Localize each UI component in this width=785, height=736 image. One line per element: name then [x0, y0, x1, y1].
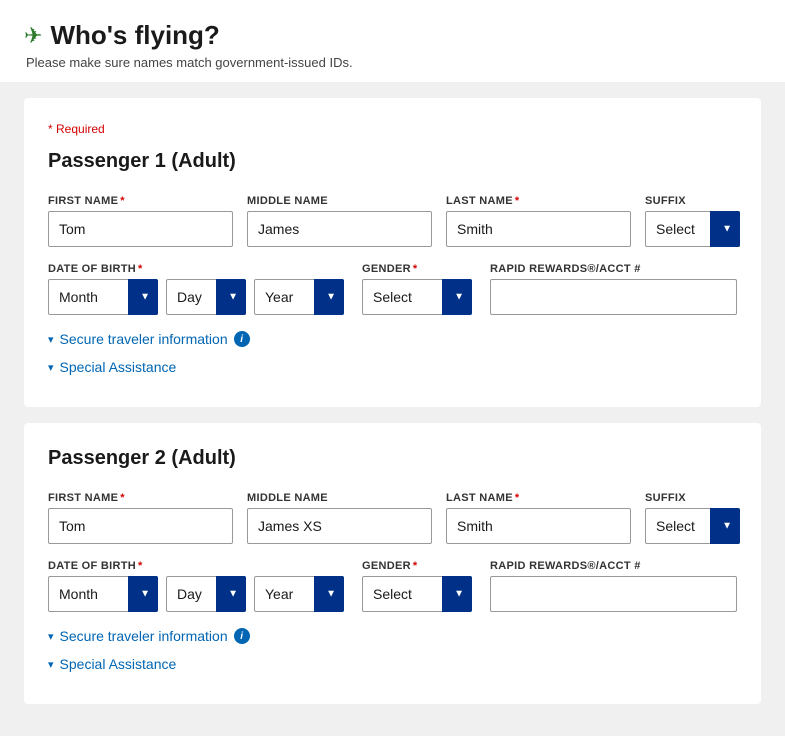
info-icon-2[interactable]: i	[234, 628, 250, 644]
dob-container-2: DATE OF BIRTH* Month JanuaryFebruaryMarc…	[48, 560, 344, 612]
gender-select-wrapper-2: Select Male Female	[362, 576, 472, 612]
last-name-label-1: LAST NAME*	[446, 195, 631, 207]
secure-traveler-link-2[interactable]: ▾ Secure traveler information i	[48, 628, 737, 644]
gender-label-2: GENDER*	[362, 560, 472, 572]
rapid-rewards-input-1[interactable]	[490, 279, 737, 315]
rapid-rewards-label-1: RAPID REWARDS®/ACCT #	[490, 263, 737, 275]
middle-name-label-1: MIDDLE NAME	[247, 195, 432, 207]
special-assistance-label-2: Special Assistance	[60, 656, 177, 672]
rapid-rewards-label-2: RAPID REWARDS®/ACCT #	[490, 560, 737, 572]
last-name-group-2: LAST NAME*	[446, 492, 631, 544]
form-card-2: Passenger 2 (Adult) FIRST NAME* MIDDLE N…	[24, 423, 761, 704]
day-select-wrapper-1: Day for(let i=1;i<=31;i++) document.writ…	[166, 279, 246, 315]
year-select-1[interactable]: Year	[254, 279, 344, 315]
secure-traveler-label-1: Secure traveler information	[60, 331, 228, 347]
middle-name-group-2: MIDDLE NAME	[247, 492, 432, 544]
required-note: * Required	[48, 122, 737, 136]
dob-label-2: DATE OF BIRTH*	[48, 560, 344, 572]
month-select-1[interactable]: Month JanuaryFebruaryMarch AprilMayJune …	[48, 279, 158, 315]
special-assistance-link-1[interactable]: ▾ Special Assistance	[48, 359, 737, 375]
rapid-rewards-input-2[interactable]	[490, 576, 737, 612]
first-name-input-2[interactable]	[48, 508, 233, 544]
main-content: * Required Passenger 1 (Adult) FIRST NAM…	[0, 82, 785, 736]
page-title: Who's flying?	[50, 20, 219, 51]
info-icon-1[interactable]: i	[234, 331, 250, 347]
suffix-label-2: SUFFIX	[645, 492, 740, 504]
year-select-wrapper-2: Year	[254, 576, 344, 612]
special-assistance-link-2[interactable]: ▾ Special Assistance	[48, 656, 737, 672]
chevron-special-1: ▾	[48, 361, 54, 374]
gender-label-1: GENDER*	[362, 263, 472, 275]
gender-select-2[interactable]: Select Male Female	[362, 576, 472, 612]
suffix-label-1: SUFFIX	[645, 195, 740, 207]
first-name-group-1: FIRST NAME*	[48, 195, 233, 247]
day-select-wrapper-2: Day	[166, 576, 246, 612]
middle-name-group-1: MIDDLE NAME	[247, 195, 432, 247]
month-select-wrapper-2: Month JanuaryFebruaryMarch AprilMayJune …	[48, 576, 158, 612]
dob-container-1: DATE OF BIRTH* Month JanuaryFebruaryMarc…	[48, 263, 344, 315]
form-card-1: * Required Passenger 1 (Adult) FIRST NAM…	[24, 98, 761, 407]
secure-traveler-label-2: Secure traveler information	[60, 628, 228, 644]
day-select-2[interactable]: Day	[166, 576, 246, 612]
gender-group-1: GENDER* Select Male Female	[362, 263, 472, 315]
plane-icon: ✈	[24, 23, 42, 49]
year-select-2[interactable]: Year	[254, 576, 344, 612]
secure-traveler-link-1[interactable]: ▾ Secure traveler information i	[48, 331, 737, 347]
month-group-1: Month JanuaryFebruaryMarch AprilMayJune …	[48, 279, 158, 315]
year-group-2: Year	[254, 576, 344, 612]
suffix-group-1: SUFFIX Select Jr. Sr. II III	[645, 195, 740, 247]
passenger-1-dob-row: DATE OF BIRTH* Month JanuaryFebruaryMarc…	[48, 263, 737, 315]
middle-name-input-1[interactable]	[247, 211, 432, 247]
gender-group-2: GENDER* Select Male Female	[362, 560, 472, 612]
collapsibles-1: ▾ Secure traveler information i ▾ Specia…	[48, 331, 737, 383]
chevron-secure-2: ▾	[48, 630, 54, 643]
collapsibles-2: ▾ Secure traveler information i ▾ Specia…	[48, 628, 737, 680]
chevron-special-2: ▾	[48, 658, 54, 671]
page-header: ✈ Who's flying? Please make sure names m…	[0, 0, 785, 82]
passenger-1-name-row: FIRST NAME* MIDDLE NAME LAST NAME* SUFFI…	[48, 195, 737, 247]
last-name-group-1: LAST NAME*	[446, 195, 631, 247]
last-name-label-2: LAST NAME*	[446, 492, 631, 504]
year-group-1: Year	[254, 279, 344, 315]
special-assistance-label-1: Special Assistance	[60, 359, 177, 375]
suffix-select-1[interactable]: Select Jr. Sr. II III	[645, 211, 740, 247]
month-group-2: Month JanuaryFebruaryMarch AprilMayJune …	[48, 576, 158, 612]
first-name-label-2: FIRST NAME*	[48, 492, 233, 504]
last-name-input-2[interactable]	[446, 508, 631, 544]
day-select-1[interactable]: Day for(let i=1;i<=31;i++) document.writ…	[166, 279, 246, 315]
suffix-group-2: SUFFIX Select Jr. Sr. II III	[645, 492, 740, 544]
day-group-1: Day for(let i=1;i<=31;i++) document.writ…	[166, 279, 246, 315]
day-group-2: Day	[166, 576, 246, 612]
passenger-1-title: Passenger 1 (Adult)	[48, 150, 737, 177]
suffix-select-wrapper-2: Select Jr. Sr. II III	[645, 508, 740, 544]
passenger-2-dob-row: DATE OF BIRTH* Month JanuaryFebruaryMarc…	[48, 560, 737, 612]
middle-name-input-2[interactable]	[247, 508, 432, 544]
gender-select-1[interactable]: Select Male Female	[362, 279, 472, 315]
passenger-2-title: Passenger 2 (Adult)	[48, 447, 737, 474]
month-select-2[interactable]: Month JanuaryFebruaryMarch AprilMayJune …	[48, 576, 158, 612]
middle-name-label-2: MIDDLE NAME	[247, 492, 432, 504]
dob-label-1: DATE OF BIRTH*	[48, 263, 344, 275]
gender-select-wrapper-1: Select Male Female	[362, 279, 472, 315]
first-name-label-1: FIRST NAME*	[48, 195, 233, 207]
last-name-input-1[interactable]	[446, 211, 631, 247]
rapid-rewards-group-1: RAPID REWARDS®/ACCT #	[490, 263, 737, 315]
page-subtitle: Please make sure names match government-…	[26, 55, 761, 70]
rapid-rewards-group-2: RAPID REWARDS®/ACCT #	[490, 560, 737, 612]
suffix-select-wrapper-1: Select Jr. Sr. II III	[645, 211, 740, 247]
chevron-secure-1: ▾	[48, 333, 54, 346]
first-name-input-1[interactable]	[48, 211, 233, 247]
year-select-wrapper-1: Year	[254, 279, 344, 315]
suffix-select-2[interactable]: Select Jr. Sr. II III	[645, 508, 740, 544]
month-select-wrapper-1: Month JanuaryFebruaryMarch AprilMayJune …	[48, 279, 158, 315]
passenger-2-name-row: FIRST NAME* MIDDLE NAME LAST NAME* SUFFI…	[48, 492, 737, 544]
first-name-group-2: FIRST NAME*	[48, 492, 233, 544]
page-wrapper: ✈ Who's flying? Please make sure names m…	[0, 0, 785, 736]
